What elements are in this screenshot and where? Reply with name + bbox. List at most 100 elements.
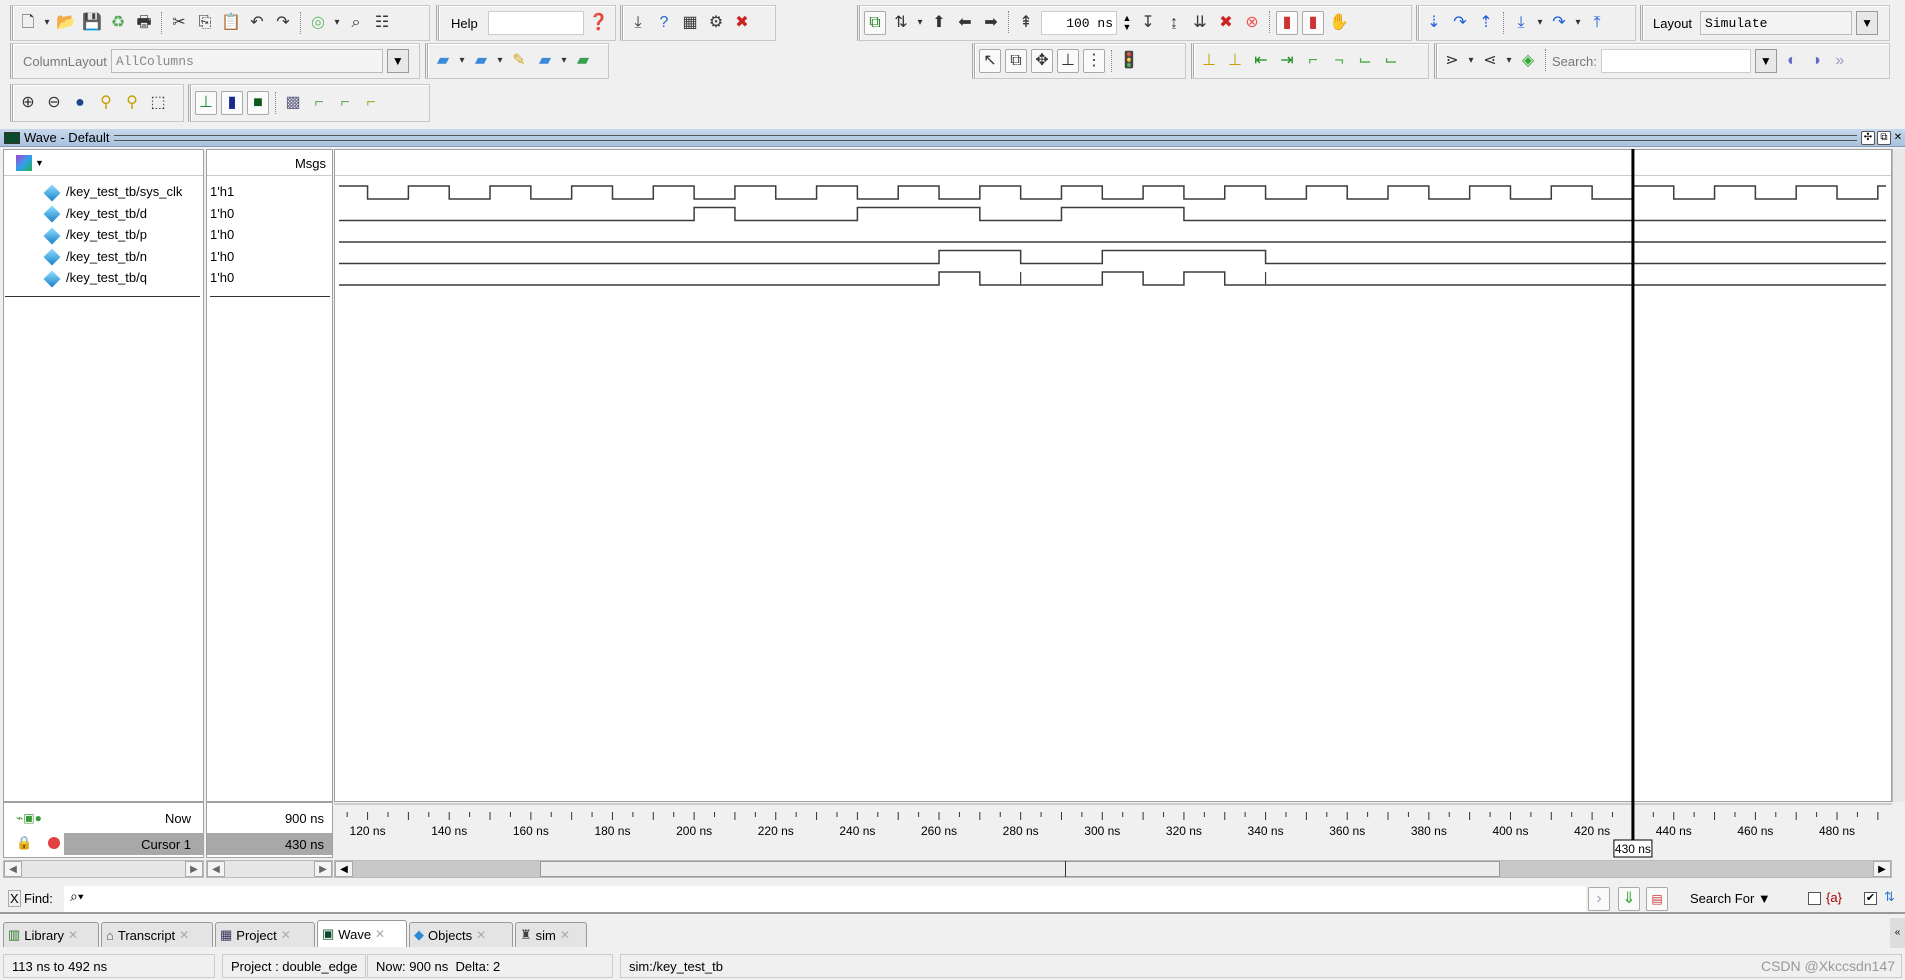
redo-icon[interactable]: ↷ xyxy=(272,11,294,35)
step-icon[interactable]: ⇣ xyxy=(1423,11,1445,35)
wave-pattern-icon[interactable]: ▩ xyxy=(282,91,304,115)
expand-icon[interactable]: ⋗ xyxy=(1441,49,1463,73)
close-tab-icon[interactable]: ✕ xyxy=(179,928,189,942)
trace-icon[interactable]: ◈ xyxy=(1517,49,1539,73)
select-pointer-icon[interactable]: ↖ xyxy=(979,49,1001,73)
undo-icon[interactable]: ↶ xyxy=(246,11,268,35)
step-out-icon[interactable]: ⇡ xyxy=(1475,11,1497,35)
pan-icon[interactable]: ✥ xyxy=(1031,49,1053,73)
zoom-region-icon[interactable]: ⬚ xyxy=(147,91,169,115)
tab-sim[interactable]: ♜ sim ✕ xyxy=(515,922,587,947)
divider-icon[interactable]: ⋮ xyxy=(1083,49,1105,73)
tab-project[interactable]: ▦ Project ✕ xyxy=(215,922,315,947)
search-options-icon[interactable]: » xyxy=(1829,49,1851,73)
step-over-icon[interactable]: ↷ xyxy=(1449,11,1471,35)
cursor-lock-icon[interactable]: 🔒 xyxy=(16,835,32,851)
find-input[interactable]: ⌕▾ xyxy=(64,886,1586,912)
value-hscrollbar[interactable]: ◀ ▶ xyxy=(206,860,333,878)
dropdown-arrow-icon[interactable]: ▾ xyxy=(496,49,504,73)
find-close-button[interactable]: X xyxy=(8,890,21,907)
close-tab-icon[interactable]: ✕ xyxy=(375,927,385,941)
run-length-input[interactable] xyxy=(1041,11,1117,35)
up-arrow-icon[interactable]: ⬆ xyxy=(928,11,950,35)
vertical-scrollbar[interactable] xyxy=(1892,149,1905,802)
find-option-icon[interactable]: ⇅ xyxy=(1884,889,1895,905)
zoom-full-icon[interactable]: ● xyxy=(69,91,91,115)
find-icon[interactable]: ⌕ xyxy=(345,11,367,35)
step-back-icon[interactable]: ⤒ xyxy=(1586,11,1608,35)
dropdown-arrow-icon[interactable]: ▾ xyxy=(1467,49,1475,73)
cursor-mode-icon[interactable]: ⊥ xyxy=(1057,49,1079,73)
collapse-icon[interactable]: ⋖ xyxy=(1479,49,1501,73)
zoom-out-icon[interactable]: ⊖ xyxy=(43,91,65,115)
undock-icon[interactable]: ⧉ xyxy=(1877,130,1891,145)
dock-icon[interactable]: ✣ xyxy=(1861,130,1875,145)
copy-icon[interactable]: ⎘ xyxy=(194,11,216,35)
help-input[interactable] xyxy=(487,11,584,35)
layout-select[interactable]: Simulate xyxy=(1700,11,1853,35)
compile-icon[interactable]: ◎ xyxy=(307,11,329,35)
performance-icon[interactable]: ▮ xyxy=(1276,11,1298,35)
add-wave-icon[interactable]: ▰ xyxy=(432,49,454,73)
paste-icon[interactable]: 📋 xyxy=(220,11,242,35)
prev-falling-icon[interactable]: ⌐ xyxy=(1302,49,1324,73)
step-over-all-icon[interactable]: ↷ xyxy=(1548,11,1570,35)
cursor-delete-icon[interactable] xyxy=(48,837,60,849)
zoom-mode-icon[interactable]: ⧉ xyxy=(1005,49,1027,73)
cut-icon[interactable]: ✂ xyxy=(168,11,190,35)
save-wave-icon[interactable]: ▰ xyxy=(534,49,556,73)
hand-icon[interactable]: ✋ xyxy=(1328,11,1350,35)
sort-icon[interactable]: ⇅ xyxy=(890,11,912,35)
traffic-light-icon[interactable]: 🚦 xyxy=(1118,49,1140,73)
tab-transcript[interactable]: ⌂ Transcript ✕ xyxy=(101,922,213,947)
continue-icon[interactable]: ↨ xyxy=(1163,11,1185,35)
close-tab-icon[interactable]: ✕ xyxy=(560,928,570,942)
zoom-cursor-icon[interactable]: ⚲ xyxy=(95,91,117,115)
tab-library[interactable]: ▥ Library ✕ xyxy=(3,922,99,947)
prev-edge-icon[interactable]: ⇤ xyxy=(1250,49,1272,73)
signal-row[interactable]: /key_test_tb/p xyxy=(3,225,147,245)
help-search-icon[interactable]: ❓ xyxy=(588,11,610,35)
close-tab-icon[interactable]: ✕ xyxy=(476,928,486,942)
dropdown-arrow-icon[interactable]: ▾ xyxy=(1536,11,1544,35)
close-tab-icon[interactable]: ✕ xyxy=(281,928,291,942)
tab-objects[interactable]: ◆ Objects ✕ xyxy=(409,922,513,947)
layout-dropdown-button[interactable]: ▼ xyxy=(1856,11,1879,35)
wave-scroll-thumb[interactable] xyxy=(540,861,1500,877)
next-falling-icon[interactable]: ¬ xyxy=(1328,49,1350,73)
dropdown-arrow-icon[interactable]: ▾ xyxy=(916,11,924,35)
dropdown-arrow-icon[interactable]: ▾ xyxy=(458,49,466,73)
run-length-icon[interactable]: ⇞ xyxy=(1015,11,1037,35)
wave-line-icon[interactable]: ⊥ xyxy=(195,91,217,115)
binoculars-icon[interactable]: ⌕▾ xyxy=(70,888,84,905)
wave-hscrollbar[interactable]: ◀ ▶ xyxy=(334,860,1892,878)
memory-icon[interactable]: ▦ xyxy=(679,11,701,35)
search-next-icon[interactable]: ◑ xyxy=(1805,49,1827,73)
find-next-icon[interactable]: › xyxy=(1588,887,1610,911)
column-icon[interactable]: ☷ xyxy=(371,11,393,35)
wave-step-icon[interactable]: ⌐ xyxy=(360,91,382,115)
run-icon[interactable]: ↧ xyxy=(1137,11,1159,35)
waveform-canvas[interactable]: 120 ns 140 ns 160 ns 180 ns 200 ns 220 ns 240 … xyxy=(334,149,1892,859)
export-wave-icon[interactable]: ▰ xyxy=(572,49,594,73)
dropdown-arrow-icon[interactable]: ▾ xyxy=(1574,11,1582,35)
find-down-icon[interactable]: ⇓ xyxy=(1618,887,1640,911)
signal-row[interactable]: /key_test_tb/d xyxy=(3,204,147,224)
wave-block-icon[interactable]: ■ xyxy=(247,91,269,115)
option-checkbox[interactable]: ✔ xyxy=(1864,892,1877,905)
refresh-icon[interactable]: ♻ xyxy=(107,11,129,35)
zoom-in-icon[interactable]: ⊕ xyxy=(17,91,39,115)
signal-add-icon[interactable] xyxy=(16,154,32,171)
find-document-icon[interactable]: ▤ xyxy=(1646,887,1668,911)
print-icon[interactable]: 🖶 xyxy=(133,11,155,35)
dropdown-arrow-icon[interactable]: ▾ xyxy=(43,11,51,35)
search-prev-icon[interactable]: ◐ xyxy=(1781,49,1803,73)
break-icon[interactable]: ✖ xyxy=(731,11,753,35)
prev-rising-icon[interactable]: ⌙ xyxy=(1354,49,1376,73)
dropdown-arrow-icon[interactable]: ▾ xyxy=(333,11,341,35)
link-icon[interactable]: ⧉ xyxy=(864,11,886,35)
delete-cursor-icon[interactable]: ⊥ xyxy=(1224,49,1246,73)
name-hscrollbar[interactable]: ◀ ▶ xyxy=(3,860,204,878)
zoom-between-cursors-icon[interactable]: ⚲ xyxy=(121,91,143,115)
memory-profile-icon[interactable]: ▮ xyxy=(1302,11,1324,35)
